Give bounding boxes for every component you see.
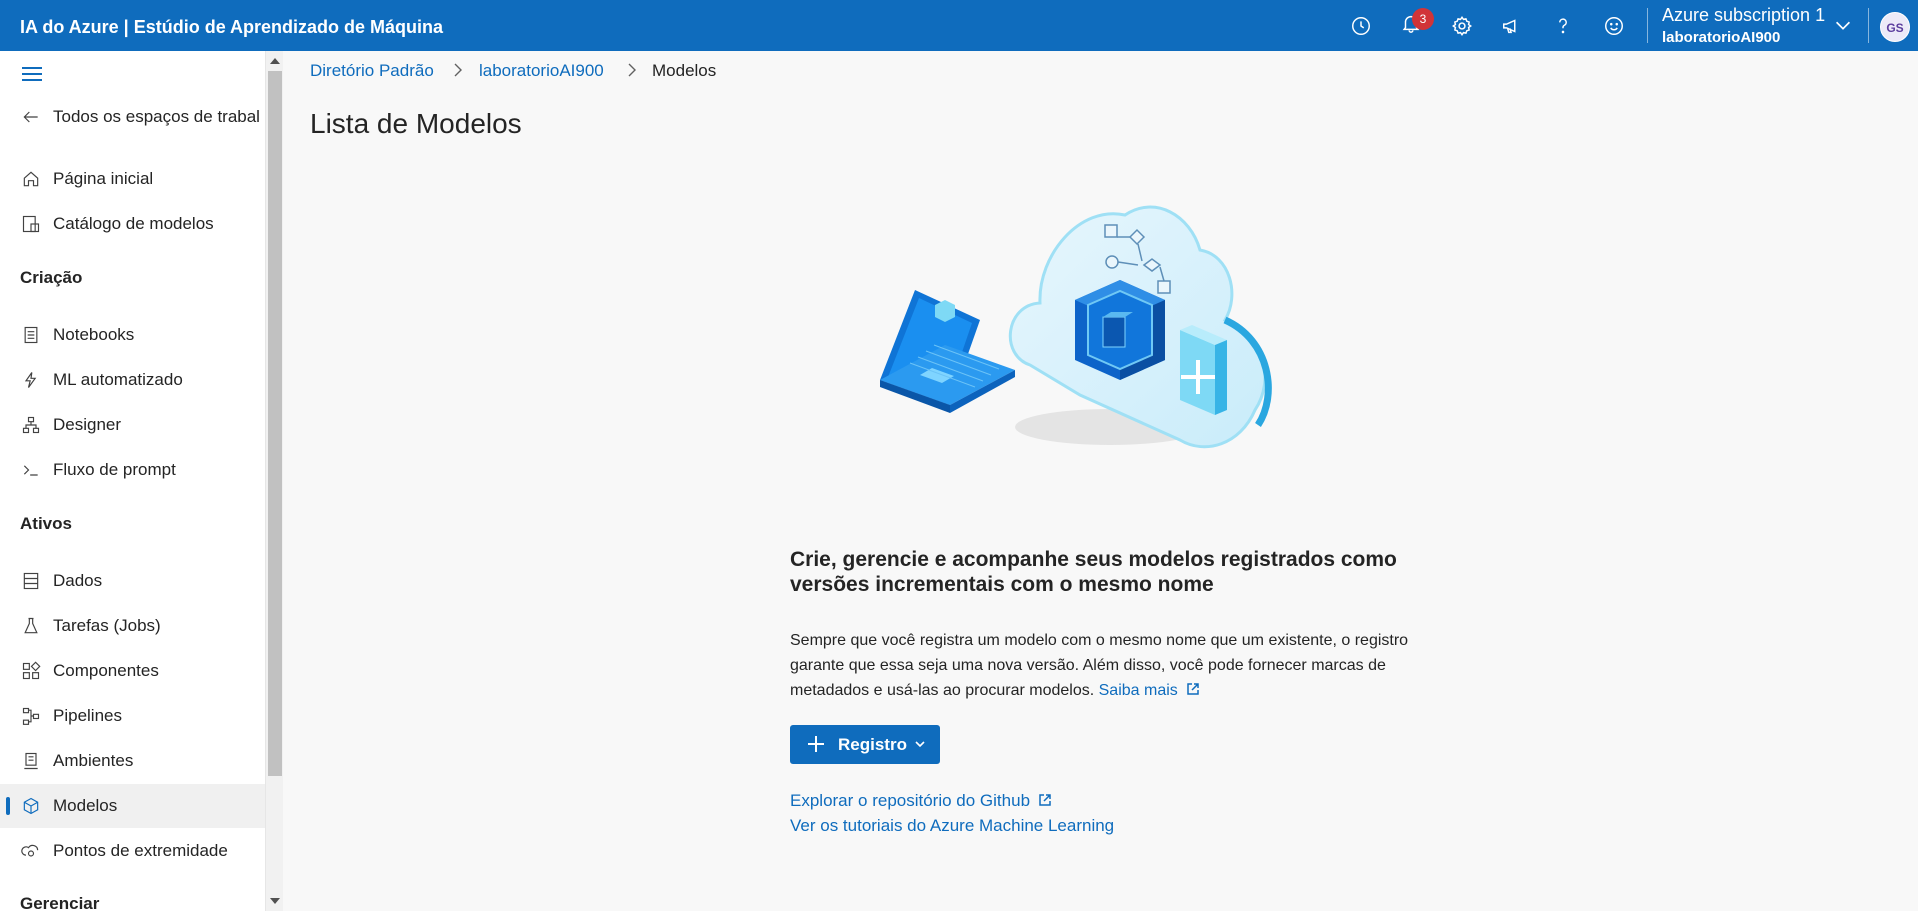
sidebar-item-jobs[interactable]: Tarefas (Jobs) — [0, 604, 265, 648]
sidebar-item-pipelines[interactable]: Pipelines — [0, 694, 265, 738]
notifications-button[interactable]: 3 — [1386, 0, 1436, 51]
sidebar: Todos os espaços de trabal Página inicia… — [0, 51, 265, 911]
github-repo-link[interactable]: Explorar o repositório do Github — [790, 791, 1052, 811]
sidebar-item-data[interactable]: Dados — [0, 559, 265, 603]
flask-icon — [20, 615, 42, 637]
sidebar-item-notebooks[interactable]: Notebooks — [0, 313, 265, 357]
subscription-name[interactable]: Azure subscription 1 — [1662, 5, 1825, 26]
components-icon — [20, 660, 42, 682]
sidebar-item-environments[interactable]: Ambientes — [0, 739, 265, 783]
megaphone-icon[interactable] — [1487, 0, 1537, 51]
gear-icon[interactable] — [1437, 0, 1487, 51]
external-link-icon — [1186, 679, 1200, 695]
sidebar-item-designer[interactable]: Designer — [0, 403, 265, 447]
chevron-down-icon — [914, 737, 928, 751]
environment-icon — [20, 750, 42, 772]
section-heading-manage: Gerenciar — [20, 894, 100, 911]
pipeline-icon — [20, 705, 42, 727]
section-heading-creation: Criação — [20, 268, 83, 287]
hamburger-menu-icon[interactable] — [22, 63, 50, 87]
top-bar: IA do Azure | Estúdio de Aprendizado de … — [0, 0, 1918, 51]
tutorials-link[interactable]: Ver os tutoriais do Azure Machine Learni… — [790, 816, 1114, 836]
active-indicator — [6, 797, 10, 815]
smiley-icon[interactable] — [1589, 0, 1639, 51]
app-title[interactable]: IA do Azure | Estúdio de Aprendizado de … — [20, 0, 443, 51]
register-button[interactable]: Registro — [790, 725, 940, 764]
page-title: Lista de Modelos — [310, 108, 522, 139]
chevron-right-icon — [626, 62, 640, 80]
section-heading-assets: Ativos — [20, 514, 72, 533]
learn-more-link[interactable]: Saiba mais — [1099, 682, 1200, 699]
automl-icon — [20, 369, 42, 391]
arrow-left-icon — [20, 106, 42, 128]
notification-badge: 3 — [1412, 8, 1434, 30]
chevron-right-icon — [452, 62, 466, 80]
sidebar-item-components[interactable]: Componentes — [0, 649, 265, 693]
prompt-icon — [20, 459, 42, 481]
back-to-workspaces[interactable]: Todos os espaços de trabal — [0, 95, 265, 139]
endpoint-icon — [20, 840, 42, 862]
data-icon — [20, 570, 42, 592]
help-icon[interactable] — [1538, 0, 1588, 51]
breadcrumb-current: Modelos — [652, 61, 717, 80]
sidebar-item-automl[interactable]: ML automatizado — [0, 358, 265, 402]
avatar[interactable]: GS — [1880, 12, 1910, 42]
scroll-down-arrow[interactable] — [266, 893, 284, 909]
cube-icon — [20, 795, 42, 817]
breadcrumb-workspace[interactable]: laboratorioAI900 — [479, 61, 604, 81]
scroll-up-arrow[interactable] — [266, 53, 284, 69]
empty-state-heading: Crie, gerencie e acompanhe seus modelos … — [790, 548, 1397, 596]
sidebar-item-model-catalog[interactable]: Catálogo de modelos — [0, 202, 265, 246]
home-icon — [20, 168, 42, 190]
divider — [1647, 8, 1648, 43]
sidebar-item-endpoints[interactable]: Pontos de extremidade — [0, 829, 265, 873]
catalog-icon — [20, 213, 42, 235]
notebook-icon — [20, 324, 42, 346]
sidebar-item-prompt-flow[interactable]: Fluxo de prompt — [0, 448, 265, 492]
divider — [1868, 8, 1869, 43]
workspace-name[interactable]: laboratorioAI900 — [1662, 29, 1780, 46]
history-icon[interactable] — [1336, 0, 1386, 51]
plus-icon — [806, 734, 826, 754]
sidebar-item-models[interactable]: Modelos — [0, 784, 265, 828]
sidebar-item-home[interactable]: Página inicial — [0, 157, 265, 201]
external-link-icon — [1038, 792, 1052, 806]
chevron-down-icon[interactable] — [1832, 14, 1860, 38]
scroll-thumb[interactable] — [268, 71, 282, 776]
models-illustration — [880, 195, 1320, 485]
designer-icon — [20, 414, 42, 436]
breadcrumb-directory[interactable]: Diretório Padrão — [310, 61, 434, 81]
sidebar-scrollbar[interactable] — [265, 51, 283, 911]
empty-state-body: Sempre que você registra um modelo com o… — [790, 628, 1430, 703]
